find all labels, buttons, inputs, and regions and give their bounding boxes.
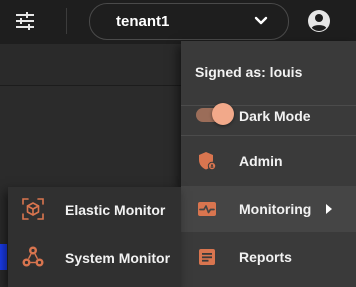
submenu-item-system-monitor[interactable]: System Monitor xyxy=(8,235,181,281)
menu-item-label: Monitoring xyxy=(239,201,312,217)
menu-item-monitoring[interactable]: Monitoring xyxy=(181,186,356,232)
menu-item-label: Reports xyxy=(239,249,292,265)
submenu-item-label: Elastic Monitor xyxy=(65,202,166,218)
dark-mode-toggle-row[interactable]: Dark Mode xyxy=(181,93,356,139)
signed-in-user-label: Signed as: louis xyxy=(195,64,303,80)
monitoring-pulse-icon xyxy=(198,202,216,216)
partial-blue-element xyxy=(0,244,7,270)
dark-mode-label: Dark Mode xyxy=(239,108,311,124)
system-cluster-icon xyxy=(22,246,44,267)
elastic-cube-icon xyxy=(22,198,44,220)
submenu-item-elastic-monitor[interactable]: Elastic Monitor xyxy=(8,187,181,233)
user-menu: Signed as: louis Dark Mode Admin Monitor… xyxy=(181,41,356,287)
admin-shield-icon xyxy=(199,152,217,171)
tune-sliders-icon xyxy=(16,12,34,30)
reports-document-icon xyxy=(199,249,215,265)
menu-item-admin[interactable]: Admin xyxy=(181,138,356,184)
account-circle-icon xyxy=(308,10,330,32)
tenant-select-value: tenant1 xyxy=(116,13,170,30)
submenu-item-label: System Monitor xyxy=(65,250,171,266)
toolbar-divider xyxy=(66,8,67,34)
monitoring-submenu: Elastic Monitor System Monitor xyxy=(8,187,181,287)
tenant-select[interactable]: tenant1 xyxy=(89,3,289,40)
account-button[interactable] xyxy=(307,9,331,33)
filter-settings-button[interactable] xyxy=(14,10,36,32)
menu-divider xyxy=(181,135,356,136)
dark-mode-toggle-knob[interactable] xyxy=(212,103,234,125)
chevron-right-icon xyxy=(326,204,332,214)
chevron-down-icon xyxy=(254,16,268,25)
menu-item-label: Admin xyxy=(239,153,283,169)
menu-item-reports[interactable]: Reports xyxy=(181,234,356,280)
